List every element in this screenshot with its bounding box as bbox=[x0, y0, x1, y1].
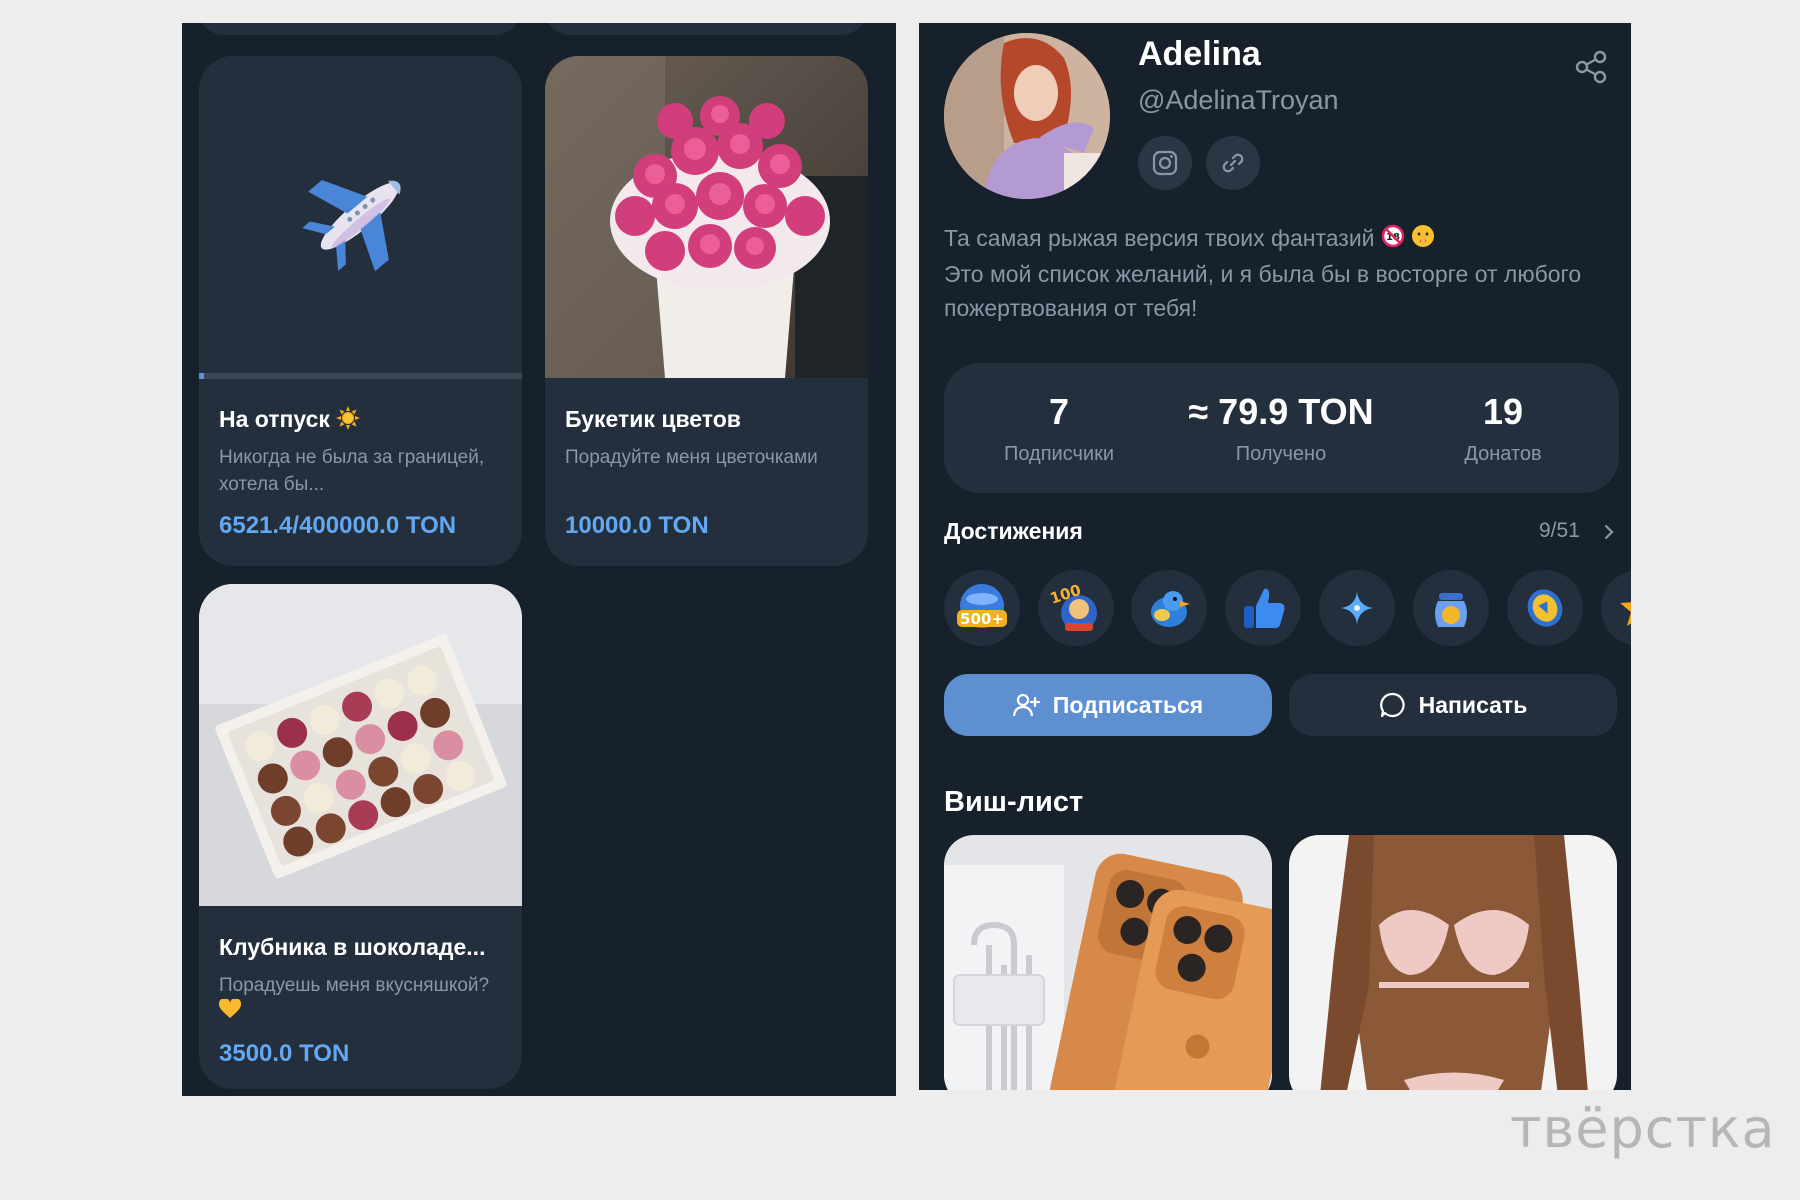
card-description: Порадуешь меня вкусняшкой? bbox=[219, 975, 490, 996]
achievements-title: Достижения bbox=[944, 518, 1083, 544]
share-icon bbox=[1575, 50, 1607, 84]
profile-handle: @AdelinaTroyan bbox=[1138, 85, 1339, 115]
card-description-row: Порадуешь меня вкусняшкой? bbox=[218, 972, 504, 1027]
stat-label: Получено bbox=[1235, 443, 1327, 465]
add-user-icon bbox=[1012, 693, 1040, 717]
link-icon bbox=[1222, 153, 1244, 173]
card-stub bbox=[198, 23, 521, 35]
100-badge-icon[interactable]: 100 bbox=[1038, 570, 1114, 646]
bio-line: Это мой список желаний, и я была бы в во… bbox=[944, 260, 1582, 321]
bio-line: Та самая рыжая версия твоих фантазий bbox=[944, 225, 1375, 251]
stat-value: ≈ 79.9 TON bbox=[1188, 391, 1374, 432]
wishlist-grid-panel: На отпуск Никогда не была за границей, х… bbox=[182, 23, 896, 1096]
achievements-count[interactable]: 9/51 bbox=[1539, 519, 1580, 543]
subscribe-button[interactable]: Подписаться bbox=[944, 674, 1272, 736]
shushing-face-icon bbox=[1411, 223, 1435, 257]
pink-roses-box-photo bbox=[545, 56, 868, 378]
card-image bbox=[199, 56, 522, 378]
lingerie-photo[interactable] bbox=[1289, 835, 1617, 1090]
wish-card-strawberries[interactable]: Клубника в шоколаде... Порадуешь меня вк… bbox=[199, 584, 522, 1089]
avatar bbox=[944, 33, 1110, 199]
bird-badge-icon[interactable] bbox=[1131, 570, 1207, 646]
subscribe-label: Подписаться bbox=[1052, 691, 1204, 718]
message-button[interactable]: Написать bbox=[1289, 674, 1617, 736]
svg-text:500+: 500+ bbox=[960, 610, 1004, 628]
card-title: На отпуск bbox=[219, 406, 330, 433]
chat-bubble-icon bbox=[1379, 692, 1405, 718]
card-price: 3500.0 TON bbox=[219, 1040, 350, 1067]
18-plus-icon: 18 bbox=[1381, 223, 1405, 257]
instagram-icon bbox=[1152, 150, 1178, 176]
stat-subscribers: 7 Подписчики bbox=[944, 391, 1174, 466]
yellow-heart-icon bbox=[218, 997, 242, 1027]
stats-card: 7 Подписчики ≈ 79.9 TON Получено 19 Дона… bbox=[944, 363, 1619, 493]
share-button[interactable] bbox=[1567, 43, 1615, 91]
card-description: Порадуйте меня цветочками bbox=[565, 447, 818, 468]
wish-card-flowers[interactable]: Букетик цветов Порадуйте меня цветочками… bbox=[545, 56, 868, 566]
star-badge-icon[interactable] bbox=[1601, 570, 1631, 646]
stat-received: ≈ 79.9 TON Получено bbox=[1166, 391, 1396, 466]
profile-bio: Та самая рыжая версия твоих фантазий 18 … bbox=[944, 221, 1604, 325]
card-price: 6521.4/400000.0 TON bbox=[219, 512, 457, 539]
jar-badge-icon[interactable] bbox=[1413, 570, 1489, 646]
thumbs-up-badge-icon[interactable] bbox=[1225, 570, 1301, 646]
stat-label: Донатов bbox=[1464, 443, 1542, 465]
wish-card-vacation[interactable]: На отпуск Никогда не была за границей, х… bbox=[199, 56, 522, 566]
airplane-icon bbox=[302, 180, 401, 272]
card-title: Клубника в шоколаде... bbox=[219, 934, 486, 960]
sun-icon bbox=[336, 406, 361, 436]
watermark: твёрстка bbox=[1510, 1097, 1776, 1160]
instagram-button[interactable] bbox=[1138, 136, 1192, 190]
stat-value: 7 bbox=[1048, 391, 1070, 432]
stat-label: Подписчики bbox=[1003, 443, 1115, 465]
sparkle-badge-icon[interactable] bbox=[1319, 570, 1395, 646]
stat-value: 19 bbox=[1482, 391, 1524, 432]
profile-panel: Adelina @AdelinaTroyan Та самая рыжая ве… bbox=[919, 23, 1631, 1090]
wishlist-heading: Виш-лист bbox=[944, 786, 1084, 818]
message-label: Написать bbox=[1418, 691, 1528, 718]
card-title-row: На отпуск bbox=[219, 406, 508, 436]
profile-name: Adelina bbox=[1138, 35, 1261, 73]
card-price: 10000.0 TON bbox=[565, 512, 709, 539]
progress-fill bbox=[199, 373, 205, 379]
card-stub bbox=[544, 23, 867, 35]
card-description: Никогда не была за границей, хотела бы..… bbox=[219, 447, 485, 495]
card-title: Букетик цветов bbox=[565, 406, 741, 432]
stat-donations: 19 Донатов bbox=[1388, 391, 1618, 466]
chevron-right-icon[interactable] bbox=[1602, 523, 1616, 546]
fundraising-progress-bar bbox=[199, 373, 522, 379]
500-plus-badge-icon[interactable]: 500+ bbox=[944, 570, 1020, 646]
orange-phones-photo[interactable] bbox=[944, 835, 1272, 1090]
coin-badge-icon[interactable] bbox=[1507, 570, 1583, 646]
link-button[interactable] bbox=[1206, 136, 1260, 190]
chocolate-strawberries-photo bbox=[199, 584, 522, 906]
